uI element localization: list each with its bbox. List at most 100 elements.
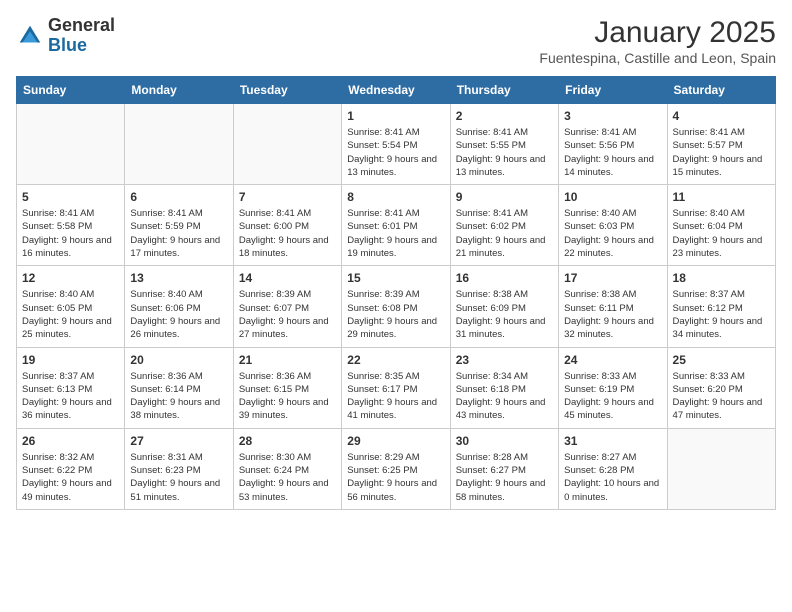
calendar-cell: 30 Sunrise: 8:28 AMSunset: 6:27 PMDayligh… — [450, 428, 558, 509]
week-row-4: 19Sunrise: 8:37 AMSunset: 6:13 PMDayligh… — [17, 347, 776, 428]
day-info: Sunrise: 8:36 AMSunset: 6:14 PMDaylight:… — [130, 370, 227, 423]
day-number: 9 — [456, 190, 553, 204]
day-info: Sunrise: 8:33 AMSunset: 6:19 PMDaylight:… — [564, 370, 661, 423]
calendar-cell: 21 Sunrise: 8:36 AMSunset: 6:15 PMDayligh… — [233, 347, 341, 428]
header-row: SundayMondayTuesdayWednesdayThursdayFrid… — [17, 77, 776, 104]
day-info: Sunrise: 8:27 AMSunset: 6:28 PMDaylight:… — [564, 451, 661, 504]
day-info: Sunrise: 8:38 AMSunset: 6:09 PMDaylight:… — [456, 288, 553, 341]
calendar-cell: 8Sunrise: 8:41 AMSunset: 6:01 PMDaylight… — [342, 185, 450, 266]
day-number: 12 — [22, 271, 119, 285]
calendar-cell: 17Sunrise: 8:38 AMSunset: 6:11 PMDayligh… — [559, 266, 667, 347]
day-number: 22 — [347, 353, 444, 367]
day-info: Sunrise: 8:34 AMSunset: 6:18 PMDaylight:… — [456, 370, 553, 423]
calendar-cell: 7 Sunrise: 8:41 AMSunset: 6:00 PMDaylight… — [233, 185, 341, 266]
calendar-cell: 16Sunrise: 8:38 AMSunset: 6:09 PMDayligh… — [450, 266, 558, 347]
title-block: January 2025 Fuentespina, Castille and L… — [539, 16, 776, 66]
day-info: Sunrise: 8:41 AMSunset: 5:59 PMDaylight:… — [130, 207, 227, 260]
calendar-cell: 10Sunrise: 8:40 AMSunset: 6:03 PMDayligh… — [559, 185, 667, 266]
day-number: 5 — [22, 190, 119, 204]
day-info: Sunrise: 8:41 AMSunset: 5:55 PMDaylight:… — [456, 126, 553, 179]
day-info: Sunrise: 8:36 AMSunset: 6:15 PMDaylight:… — [239, 370, 336, 423]
calendar-cell: 1Sunrise: 8:41 AMSunset: 5:54 PMDaylight… — [342, 104, 450, 185]
calendar-cell: 15 Sunrise: 8:39 AMSunset: 6:08 PMDayligh… — [342, 266, 450, 347]
day-number: 8 — [347, 190, 444, 204]
day-number: 2 — [456, 109, 553, 123]
day-info: Sunrise: 8:40 AMSunset: 6:03 PMDaylight:… — [564, 207, 661, 260]
day-header-tuesday: Tuesday — [233, 77, 341, 104]
day-info: Sunrise: 8:28 AMSunset: 6:27 PMDaylight:… — [456, 451, 553, 504]
day-info: Sunrise: 8:41 AMSunset: 5:57 PMDaylight:… — [673, 126, 770, 179]
day-header-thursday: Thursday — [450, 77, 558, 104]
calendar-cell: 19Sunrise: 8:37 AMSunset: 6:13 PMDayligh… — [17, 347, 125, 428]
logo: General Blue — [16, 16, 115, 56]
day-info: Sunrise: 8:37 AMSunset: 6:12 PMDaylight:… — [673, 288, 770, 341]
day-number: 25 — [673, 353, 770, 367]
month-title: January 2025 — [539, 16, 776, 50]
calendar-cell: 24 Sunrise: 8:33 AMSunset: 6:19 PMDayligh… — [559, 347, 667, 428]
day-info: Sunrise: 8:30 AMSunset: 6:24 PMDaylight:… — [239, 451, 336, 504]
day-number: 4 — [673, 109, 770, 123]
day-info: Sunrise: 8:40 AMSunset: 6:05 PMDaylight:… — [22, 288, 119, 341]
day-header-sunday: Sunday — [17, 77, 125, 104]
day-header-friday: Friday — [559, 77, 667, 104]
day-number: 13 — [130, 271, 227, 285]
logo-text: General Blue — [48, 16, 115, 56]
day-info: Sunrise: 8:38 AMSunset: 6:11 PMDaylight:… — [564, 288, 661, 341]
day-number: 1 — [347, 109, 444, 123]
day-number: 31 — [564, 434, 661, 448]
logo-general: General — [48, 16, 115, 36]
calendar-table: SundayMondayTuesdayWednesdayThursdayFrid… — [16, 76, 776, 510]
calendar-cell: 26Sunrise: 8:32 AMSunset: 6:22 PMDayligh… — [17, 428, 125, 509]
day-number: 15 — [347, 271, 444, 285]
week-row-1: 1Sunrise: 8:41 AMSunset: 5:54 PMDaylight… — [17, 104, 776, 185]
calendar-cell — [17, 104, 125, 185]
calendar-cell: 23 Sunrise: 8:34 AMSunset: 6:18 PMDayligh… — [450, 347, 558, 428]
calendar-cell: 14 Sunrise: 8:39 AMSunset: 6:07 PMDayligh… — [233, 266, 341, 347]
day-number: 28 — [239, 434, 336, 448]
day-info: Sunrise: 8:31 AMSunset: 6:23 PMDaylight:… — [130, 451, 227, 504]
day-number: 21 — [239, 353, 336, 367]
day-number: 3 — [564, 109, 661, 123]
day-info: Sunrise: 8:40 AMSunset: 6:06 PMDaylight:… — [130, 288, 227, 341]
day-number: 23 — [456, 353, 553, 367]
day-number: 19 — [22, 353, 119, 367]
day-number: 7 — [239, 190, 336, 204]
day-info: Sunrise: 8:35 AMSunset: 6:17 PMDaylight:… — [347, 370, 444, 423]
day-info: Sunrise: 8:29 AMSunset: 6:25 PMDaylight:… — [347, 451, 444, 504]
calendar-cell: 4 Sunrise: 8:41 AMSunset: 5:57 PMDaylight… — [667, 104, 775, 185]
week-row-2: 5Sunrise: 8:41 AMSunset: 5:58 PMDaylight… — [17, 185, 776, 266]
calendar-cell: 9 Sunrise: 8:41 AMSunset: 6:02 PMDaylight… — [450, 185, 558, 266]
day-info: Sunrise: 8:41 AMSunset: 6:02 PMDaylight:… — [456, 207, 553, 260]
calendar-cell: 3 Sunrise: 8:41 AMSunset: 5:56 PMDaylight… — [559, 104, 667, 185]
calendar-cell: 20Sunrise: 8:36 AMSunset: 6:14 PMDayligh… — [125, 347, 233, 428]
calendar-cell: 28 Sunrise: 8:30 AMSunset: 6:24 PMDayligh… — [233, 428, 341, 509]
logo-icon — [16, 22, 44, 50]
calendar-cell: 5Sunrise: 8:41 AMSunset: 5:58 PMDaylight… — [17, 185, 125, 266]
day-number: 24 — [564, 353, 661, 367]
calendar-cell: 11 Sunrise: 8:40 AMSunset: 6:04 PMDayligh… — [667, 185, 775, 266]
day-number: 11 — [673, 190, 770, 204]
day-header-monday: Monday — [125, 77, 233, 104]
calendar-cell: 27 Sunrise: 8:31 AMSunset: 6:23 PMDayligh… — [125, 428, 233, 509]
day-number: 27 — [130, 434, 227, 448]
day-number: 30 — [456, 434, 553, 448]
calendar-cell: 25Sunrise: 8:33 AMSunset: 6:20 PMDayligh… — [667, 347, 775, 428]
calendar-cell — [125, 104, 233, 185]
day-info: Sunrise: 8:41 AMSunset: 5:56 PMDaylight:… — [564, 126, 661, 179]
day-number: 14 — [239, 271, 336, 285]
page-header: General Blue January 2025 Fuentespina, C… — [16, 16, 776, 66]
calendar-cell: 13 Sunrise: 8:40 AMSunset: 6:06 PMDayligh… — [125, 266, 233, 347]
calendar-cell: 18Sunrise: 8:37 AMSunset: 6:12 PMDayligh… — [667, 266, 775, 347]
day-info: Sunrise: 8:39 AMSunset: 6:08 PMDaylight:… — [347, 288, 444, 341]
calendar-cell — [667, 428, 775, 509]
logo-blue: Blue — [48, 36, 115, 56]
day-info: Sunrise: 8:39 AMSunset: 6:07 PMDaylight:… — [239, 288, 336, 341]
day-info: Sunrise: 8:40 AMSunset: 6:04 PMDaylight:… — [673, 207, 770, 260]
calendar-cell: 2 Sunrise: 8:41 AMSunset: 5:55 PMDaylight… — [450, 104, 558, 185]
day-number: 29 — [347, 434, 444, 448]
calendar-cell: 31 Sunrise: 8:27 AMSunset: 6:28 PMDayligh… — [559, 428, 667, 509]
calendar-cell: 29 Sunrise: 8:29 AMSunset: 6:25 PMDayligh… — [342, 428, 450, 509]
day-info: Sunrise: 8:41 AMSunset: 6:00 PMDaylight:… — [239, 207, 336, 260]
day-info: Sunrise: 8:32 AMSunset: 6:22 PMDaylight:… — [22, 451, 119, 504]
location-subtitle: Fuentespina, Castille and Leon, Spain — [539, 50, 776, 66]
